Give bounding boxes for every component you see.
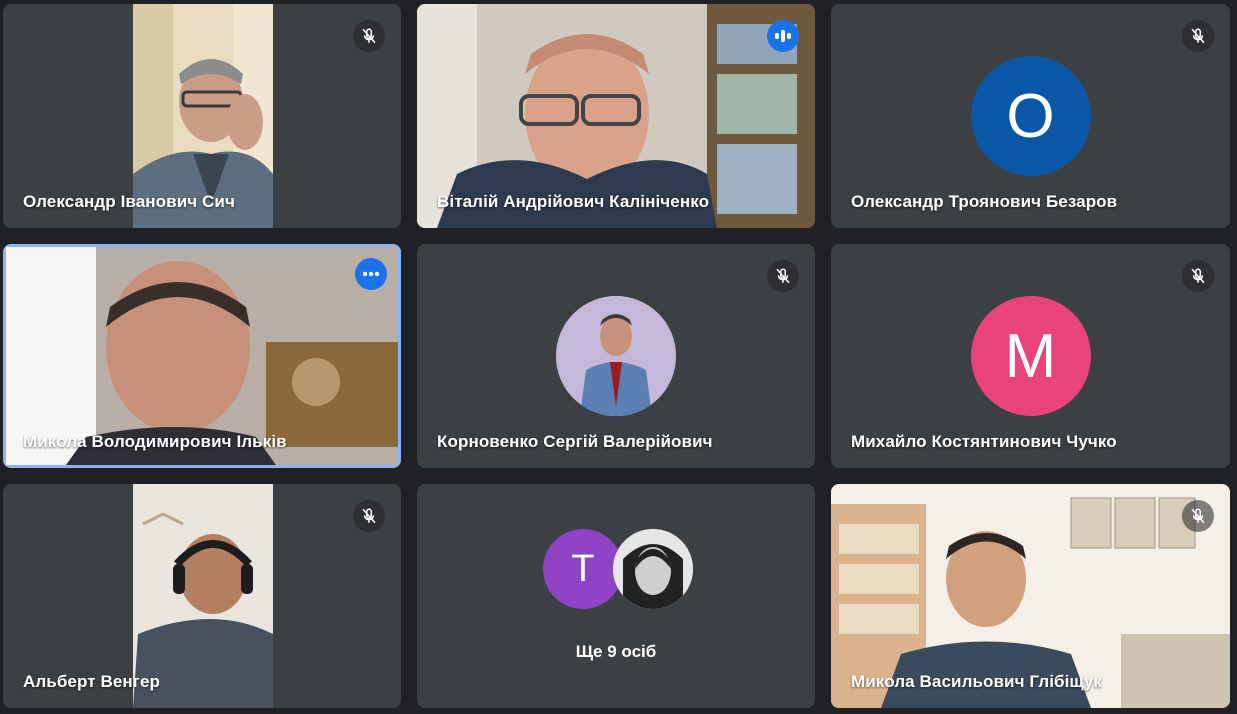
- avatar: O: [970, 56, 1091, 176]
- participant-name: Віталій Андрійович Калініченко: [437, 192, 710, 211]
- mic-off-icon: [353, 500, 385, 532]
- participant-name: Олександр Іванович Сич: [23, 192, 235, 211]
- mic-off-icon: [1182, 20, 1214, 52]
- participant-tile[interactable]: Олександр Іванович Сич: [3, 4, 401, 228]
- others-count: Ще 9 осіб: [575, 642, 657, 661]
- participant-tile[interactable]: Віталій Андрійович Калініченко: [417, 4, 815, 228]
- participant-tile[interactable]: M Михайло Костянтинович Чучко: [831, 244, 1230, 468]
- participant-name: Альберт Венгер: [23, 672, 161, 691]
- audio-level-icon: [767, 20, 799, 52]
- participant-name: Микола Володимирович Ільків: [23, 432, 287, 451]
- participant-name: Олександр Троянович Безаров: [851, 192, 1118, 211]
- more-options-icon[interactable]: [355, 258, 387, 290]
- participant-name: Михайло Костянтинович Чучко: [851, 432, 1117, 451]
- participant-tile[interactable]: Микола Васильович Глібіщук: [831, 484, 1230, 708]
- participant-tile[interactable]: Альберт Венгер: [3, 484, 401, 708]
- participant-tile[interactable]: Корновенко Сергій Валерійович: [417, 244, 815, 468]
- participant-tile[interactable]: Микола Володимирович Ільків: [3, 244, 401, 468]
- avatar: [556, 296, 676, 416]
- mic-off-icon: [1182, 500, 1214, 532]
- avatar: T: [543, 529, 623, 609]
- mic-off-icon: [353, 20, 385, 52]
- mic-off-icon: [767, 260, 799, 292]
- avatar: [613, 529, 693, 609]
- others-tile[interactable]: T Ще 9 осіб: [417, 484, 815, 708]
- participant-tile[interactable]: O Олександр Троянович Безаров: [831, 4, 1230, 228]
- avatar: M: [970, 296, 1091, 416]
- mic-off-icon: [1182, 260, 1214, 292]
- participant-name: Микола Васильович Глібіщук: [851, 672, 1103, 691]
- participant-name: Корновенко Сергій Валерійович: [437, 432, 713, 451]
